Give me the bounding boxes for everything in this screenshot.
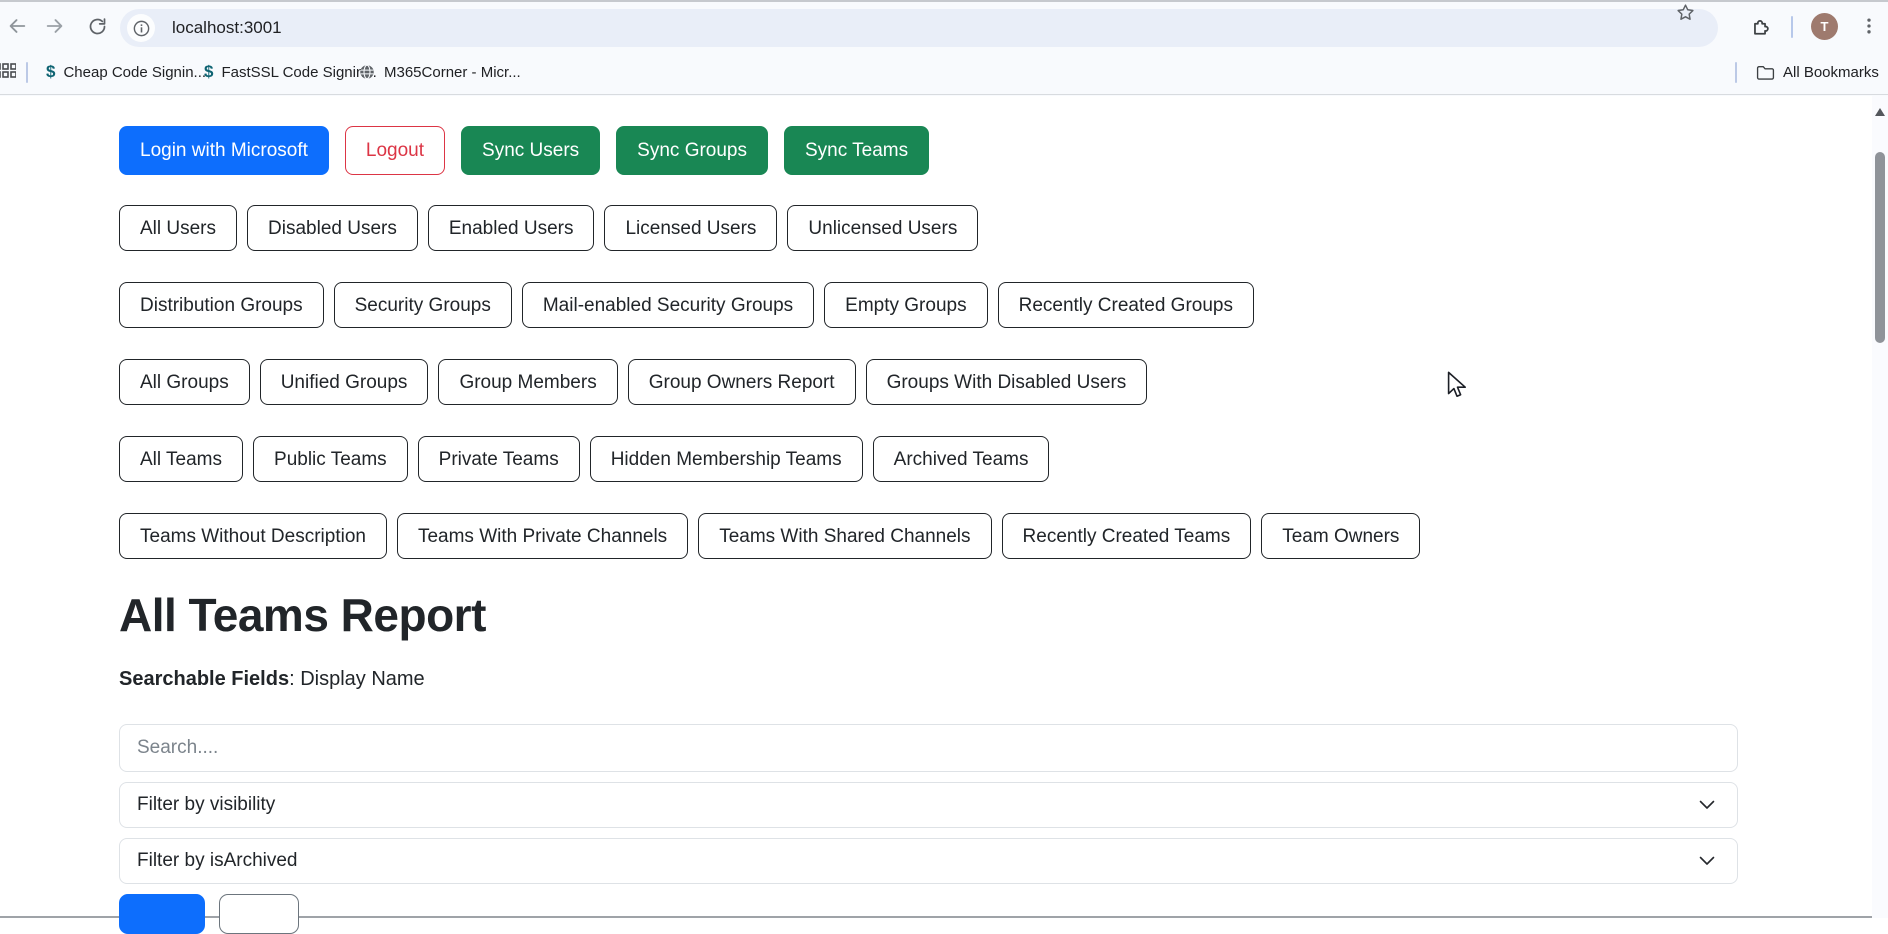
profile-avatar[interactable]: T [1811,13,1838,40]
login-with-microsoft-button[interactable]: Login with Microsoft [119,126,329,175]
chevron-down-icon [1699,850,1715,872]
all-teams-button[interactable]: All Teams [119,436,243,482]
browser-chrome: localhost:3001 T $ Che [0,0,1888,96]
teams-without-description-button[interactable]: Teams Without Description [119,513,387,559]
avatar-letter: T [1821,19,1829,34]
recently-created-groups-button[interactable]: Recently Created Groups [998,282,1254,328]
isarchived-filter-label: Filter by isArchived [137,850,298,872]
bookmark-item-m365corner[interactable]: M365Corner - Micr... [352,56,527,88]
page-title: All Teams Report [119,590,1888,641]
searchable-fields-line: Searchable Fields: Display Name [119,668,1888,691]
hidden-membership-teams-button[interactable]: Hidden Membership Teams [590,436,863,482]
dollar-icon: $ [204,62,213,82]
sync-users-button[interactable]: Sync Users [461,126,600,175]
back-icon[interactable] [0,9,34,43]
archived-teams-button[interactable]: Archived Teams [873,436,1050,482]
team-owners-button[interactable]: Team Owners [1261,513,1420,559]
teams-with-private-channels-button[interactable]: Teams With Private Channels [397,513,688,559]
group-owners-report-button[interactable]: Group Owners Report [628,359,856,405]
all-bookmarks-label: All Bookmarks [1783,64,1879,81]
unified-groups-button[interactable]: Unified Groups [260,359,429,405]
security-groups-button[interactable]: Security Groups [334,282,512,328]
isarchived-filter-select[interactable]: Filter by isArchived [119,838,1738,884]
empty-groups-button[interactable]: Empty Groups [824,282,987,328]
apps-grid-icon[interactable] [0,62,17,83]
enabled-users-button[interactable]: Enabled Users [428,205,595,251]
primary-actions-row: Login with Microsoft Logout Sync Users S… [119,126,1888,175]
dollar-icon: $ [46,62,55,82]
globe-icon [358,63,376,81]
recently-created-teams-button[interactable]: Recently Created Teams [1002,513,1252,559]
bookmarks-separator-right [1735,62,1737,83]
bottom-outline-button-partial[interactable] [219,894,299,934]
search-input[interactable] [119,724,1738,772]
group-members-button[interactable]: Group Members [438,359,617,405]
sync-teams-button[interactable]: Sync Teams [784,126,929,175]
licensed-users-button[interactable]: Licensed Users [604,205,777,251]
browser-menu-icon[interactable] [1852,9,1886,43]
folder-icon [1756,64,1775,81]
bottom-buttons-row [119,894,1888,934]
bookmark-label: M365Corner - Micr... [384,64,521,81]
bookmarks-bar: $ Cheap Code Signin... $ FastSSL Code Si… [0,50,1888,95]
forward-icon[interactable] [38,9,72,43]
group-types-row: Distribution Groups Security Groups Mail… [119,282,1888,328]
toolbar-separator [1791,16,1793,38]
searchable-fields-value: : Display Name [289,668,425,690]
bookmark-star-icon[interactable] [1668,0,1702,29]
disabled-users-button[interactable]: Disabled Users [247,205,418,251]
team-reports-row: Teams Without Description Teams With Pri… [119,513,1888,559]
public-teams-button[interactable]: Public Teams [253,436,408,482]
private-teams-button[interactable]: Private Teams [418,436,580,482]
bookmarks-separator-left [26,62,28,83]
distribution-groups-button[interactable]: Distribution Groups [119,282,324,328]
bookmark-label: Cheap Code Signin... [63,64,206,81]
browser-toolbar: localhost:3001 T [0,2,1888,50]
visibility-filter-select[interactable]: Filter by visibility [119,782,1738,828]
searchable-fields-label: Searchable Fields [119,668,289,690]
scrollbar-thumb[interactable] [1875,152,1885,343]
team-types-row: All Teams Public Teams Private Teams Hid… [119,436,1888,482]
scrollbar-up-arrow-icon[interactable] [1875,108,1885,116]
extensions-icon[interactable] [1743,9,1777,43]
url-text[interactable]: localhost:3001 [172,9,282,47]
all-groups-button[interactable]: All Groups [119,359,250,405]
vertical-scrollbar[interactable] [1872,96,1888,918]
groups-with-disabled-users-button[interactable]: Groups With Disabled Users [866,359,1148,405]
group-reports-row: All Groups Unified Groups Group Members … [119,359,1888,405]
sync-groups-button[interactable]: Sync Groups [616,126,768,175]
bookmark-item-cheap-code[interactable]: $ Cheap Code Signin... [40,56,212,88]
site-info-icon[interactable] [127,14,155,42]
all-bookmarks-button[interactable]: All Bookmarks [1750,56,1885,88]
all-users-button[interactable]: All Users [119,205,237,251]
users-reports-row: All Users Disabled Users Enabled Users L… [119,205,1888,251]
app-page: Login with Microsoft Logout Sync Users S… [0,96,1888,918]
visibility-filter-label: Filter by visibility [137,794,275,816]
logout-button[interactable]: Logout [345,126,445,175]
teams-with-shared-channels-button[interactable]: Teams With Shared Channels [698,513,991,559]
unlicensed-users-button[interactable]: Unlicensed Users [787,205,978,251]
bottom-primary-button-partial[interactable] [119,894,205,934]
chevron-down-icon [1699,794,1715,816]
mail-enabled-security-groups-button[interactable]: Mail-enabled Security Groups [522,282,814,328]
address-bar[interactable]: localhost:3001 [120,9,1718,47]
reload-icon[interactable] [80,9,114,43]
